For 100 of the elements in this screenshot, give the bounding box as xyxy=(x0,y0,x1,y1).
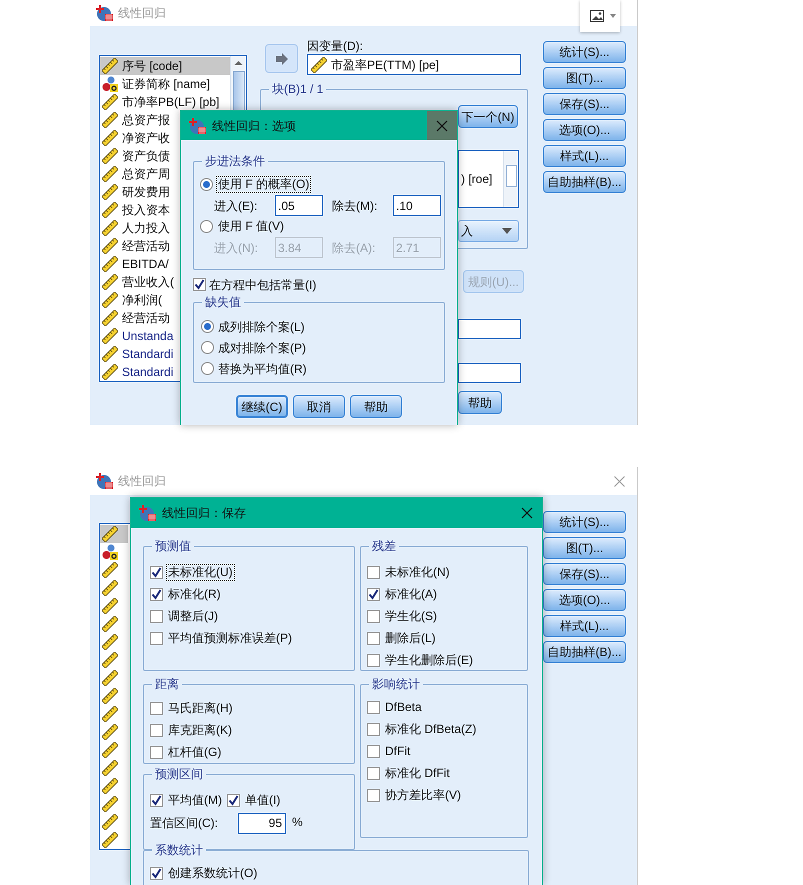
checkbox[interactable] xyxy=(227,794,240,806)
dialog-button[interactable]: 图(T)... xyxy=(543,67,626,89)
dialog-button[interactable]: 自助抽样(B)... xyxy=(543,171,626,193)
dialog-button[interactable]: 统计(S)... xyxy=(543,511,626,533)
dialog-button[interactable]: 统计(S)... xyxy=(543,41,626,63)
checkbox[interactable] xyxy=(150,746,163,758)
dialog-button[interactable]: 保存(S)... xyxy=(543,93,626,115)
checkbox-label: 学生化(S) xyxy=(384,608,438,624)
field-label: 因变量(D): xyxy=(307,38,363,55)
checkbox[interactable] xyxy=(150,588,163,600)
group-label: 残差 xyxy=(369,538,399,554)
ruler-icon xyxy=(102,94,118,110)
checkbox[interactable] xyxy=(150,632,163,644)
ruler-icon xyxy=(102,346,118,362)
dialog-button[interactable]: 继续(C) xyxy=(236,395,288,418)
ruler-icon xyxy=(102,688,118,704)
close-button[interactable] xyxy=(427,111,457,140)
checkbox[interactable] xyxy=(150,566,163,578)
checkbox[interactable] xyxy=(150,724,163,736)
checkbox[interactable] xyxy=(367,610,380,622)
checkbox[interactable] xyxy=(367,654,380,666)
ruler-icon xyxy=(102,130,118,146)
ruler-icon xyxy=(102,274,118,290)
input-field[interactable]: 95 xyxy=(238,812,286,834)
group-label: 系数统计 xyxy=(152,842,206,858)
dialog-button[interactable]: 样式(L)... xyxy=(543,145,626,167)
ruler-icon xyxy=(102,832,118,848)
checkbox[interactable] xyxy=(367,566,380,578)
checkbox[interactable] xyxy=(150,794,163,806)
checkbox-label: 标准化 DfFit xyxy=(384,764,451,782)
checkbox-label: 马氏距离(H) xyxy=(167,700,234,716)
radio-button[interactable] xyxy=(201,362,214,375)
ruler-icon xyxy=(102,292,118,308)
checkbox-label: 杠杆值(G) xyxy=(167,744,222,760)
field-label: 除去(M): xyxy=(332,198,378,214)
checkbox-label: 调整后(J) xyxy=(167,608,219,624)
checkbox-label: 标准化(A) xyxy=(384,586,438,602)
checkbox[interactable] xyxy=(367,744,380,758)
checkbox[interactable] xyxy=(367,588,380,600)
checkbox[interactable] xyxy=(367,722,380,736)
checkbox[interactable] xyxy=(193,278,206,291)
dialog-button[interactable]: 图(T)... xyxy=(543,537,626,559)
checkbox-label: 未标准化(N) xyxy=(384,564,451,580)
caret-icon xyxy=(502,228,512,234)
nominal-variable-icon xyxy=(102,76,118,92)
dialog-button[interactable]: 样式(L)... xyxy=(543,615,626,637)
checkbox[interactable] xyxy=(150,610,163,622)
dialog-button[interactable]: 选项(O)... xyxy=(543,119,626,141)
group-label: 影响统计 xyxy=(369,676,423,692)
radio-button[interactable] xyxy=(201,320,214,333)
ruler-icon xyxy=(102,328,118,344)
checkbox[interactable] xyxy=(367,632,380,644)
dialog-button[interactable]: 保存(S)... xyxy=(543,563,626,585)
list-item[interactable]: 市净率PB(LF) [pb] xyxy=(100,93,230,111)
close-icon xyxy=(614,476,624,486)
next-button[interactable]: 下一个(N) xyxy=(458,105,518,128)
unit-label: % xyxy=(292,814,303,831)
checkbox-label: DfFit xyxy=(384,742,412,760)
input-field[interactable]: .10 xyxy=(393,195,441,216)
checkbox[interactable] xyxy=(367,788,380,802)
dialog-button[interactable]: 取消 xyxy=(293,395,345,418)
checkbox-label: 平均值(M) xyxy=(167,792,223,808)
dialog-button[interactable]: 选项(O)... xyxy=(543,589,626,611)
scroll-thumb[interactable] xyxy=(506,165,516,187)
radio-button[interactable] xyxy=(200,178,213,191)
method-dropdown[interactable]: 入 xyxy=(458,220,519,242)
list-item[interactable]: EBITDA/ xyxy=(100,255,230,273)
radio-button[interactable] xyxy=(200,220,213,233)
input-field[interactable]: .05 xyxy=(275,195,323,216)
dialog-button[interactable]: 自助抽样(B)... xyxy=(543,641,626,663)
checkbox[interactable] xyxy=(150,866,163,880)
checkbox-label: 单值(I) xyxy=(244,792,282,808)
ruler-icon xyxy=(102,562,118,578)
list-item[interactable]: 证券简称 [name] xyxy=(100,75,230,93)
dialog-button[interactable]: 帮助 xyxy=(350,395,402,418)
radio-button[interactable] xyxy=(201,341,214,354)
ruler-icon xyxy=(102,652,118,668)
input-field[interactable] xyxy=(458,319,521,339)
input-field[interactable] xyxy=(458,363,521,383)
move-button[interactable] xyxy=(265,44,298,73)
block-list[interactable]: ) [roe] xyxy=(458,150,519,208)
checkbox-label: DfBeta xyxy=(384,698,423,716)
dependent-field[interactable]: 市盈率PE(TTM) [pe] xyxy=(307,54,521,75)
checkbox[interactable] xyxy=(367,766,380,780)
ruler-icon xyxy=(102,526,118,542)
help-button[interactable]: 帮助 xyxy=(458,391,502,414)
scrollbar[interactable] xyxy=(503,151,518,207)
checkbox-label: 协方差比率(V) xyxy=(384,786,462,804)
checkbox-label: 库克距离(K) xyxy=(167,722,233,738)
ruler-icon xyxy=(102,670,118,686)
list-item[interactable]: 序号 [code] xyxy=(100,57,230,75)
image-menu[interactable] xyxy=(580,0,620,32)
ruler-icon xyxy=(102,616,118,632)
checkbox[interactable] xyxy=(150,702,163,714)
ruler-icon xyxy=(102,580,118,596)
ruler-icon xyxy=(102,310,118,326)
checkbox[interactable] xyxy=(367,700,380,714)
caret-icon xyxy=(610,14,616,18)
ruler-icon xyxy=(102,166,118,182)
checkbox-label: 平均值预测标准误差(P) xyxy=(167,630,293,646)
